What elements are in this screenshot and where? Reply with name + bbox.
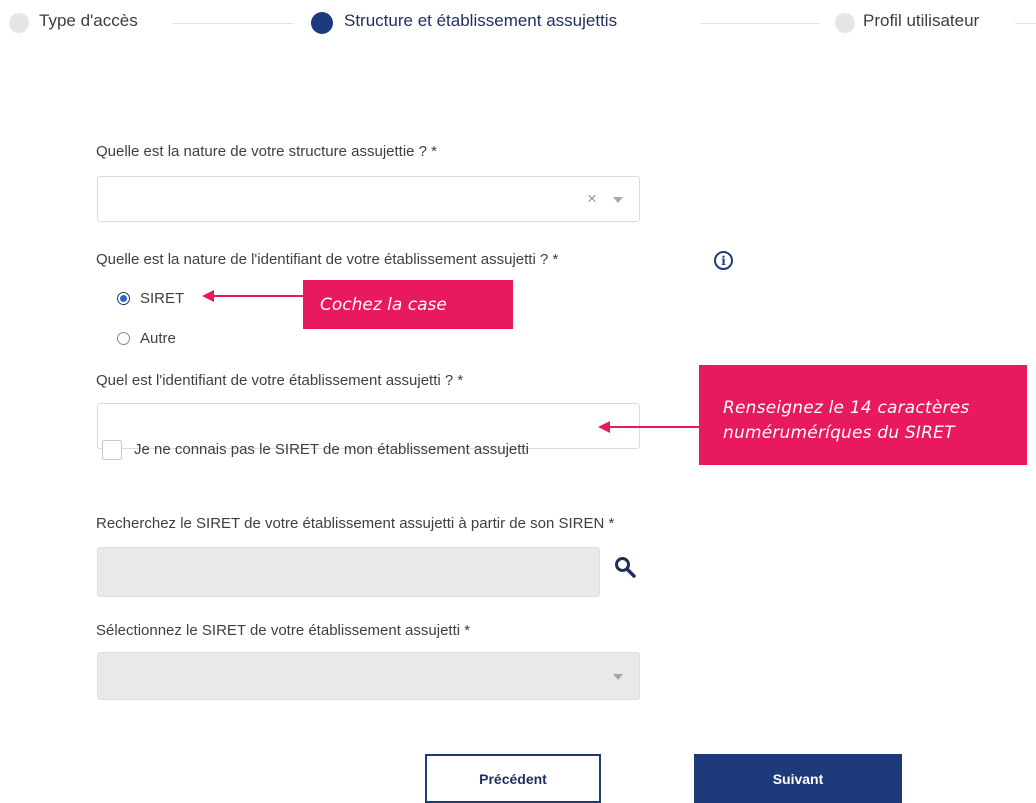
callout-arrow-icon (598, 421, 700, 433)
unknown-siret-checkbox[interactable] (102, 440, 122, 460)
step-connector (1015, 23, 1036, 24)
step-3-indicator (835, 13, 855, 33)
step-1-label: Type d'accès (39, 11, 138, 30)
callout-siret-line-1: Renseignez le 14 caractères (723, 398, 970, 418)
chevron-down-icon[interactable] (613, 197, 623, 203)
progress-stepper: Type d'accès Structure et établissement … (0, 0, 1036, 50)
identifier-label: Quel est l'identifiant de votre établiss… (96, 372, 464, 389)
select-siret-label: Sélectionnez le SIRET de votre établisse… (96, 622, 471, 639)
close-icon[interactable]: × (587, 189, 597, 209)
step-connector (172, 23, 294, 24)
structure-nature-input[interactable] (98, 177, 639, 221)
callout-check-box: Cochez la case (303, 280, 513, 329)
siret-radio-button[interactable] (117, 292, 130, 305)
structure-nature-select[interactable]: × (97, 176, 640, 222)
chevron-down-icon[interactable] (613, 674, 623, 680)
previous-button[interactable]: Précédent (425, 754, 601, 803)
step-1-indicator (9, 13, 29, 33)
search-icon[interactable] (614, 556, 636, 578)
callout-arrow-icon (202, 290, 304, 302)
info-icon[interactable]: i (714, 251, 733, 270)
search-siren-field[interactable] (97, 547, 600, 597)
radio-option-siret[interactable]: SIRET (117, 290, 184, 307)
unknown-siret-label[interactable]: Je ne connais pas le SIRET de mon établi… (134, 441, 529, 458)
radio-option-autre[interactable]: Autre (117, 330, 176, 347)
autre-radio-button[interactable] (117, 332, 130, 345)
step-2-indicator (311, 12, 333, 34)
select-siret-input[interactable] (98, 653, 639, 699)
identifier-nature-label: Quelle est la nature de l'identifiant de… (96, 251, 559, 268)
step-3-label: Profil utilisateur (863, 11, 980, 30)
step-connector (700, 23, 820, 24)
autre-radio-label[interactable]: Autre (140, 330, 176, 347)
next-button[interactable]: Suivant (694, 754, 902, 803)
step-2-label: Structure et établissement assujettis (344, 11, 618, 30)
select-siret-dropdown[interactable] (97, 652, 640, 700)
search-siren-input[interactable] (98, 548, 599, 596)
callout-siret-line-2: numéruméríques du SIRET (723, 423, 955, 443)
callout-siret-instructions: Renseignez le 14 caractères numéruméríqu… (699, 365, 1027, 465)
search-siren-label: Recherchez le SIRET de votre établisseme… (96, 515, 615, 532)
structure-nature-label: Quelle est la nature de votre structure … (96, 143, 438, 160)
siret-radio-label[interactable]: SIRET (140, 290, 184, 307)
